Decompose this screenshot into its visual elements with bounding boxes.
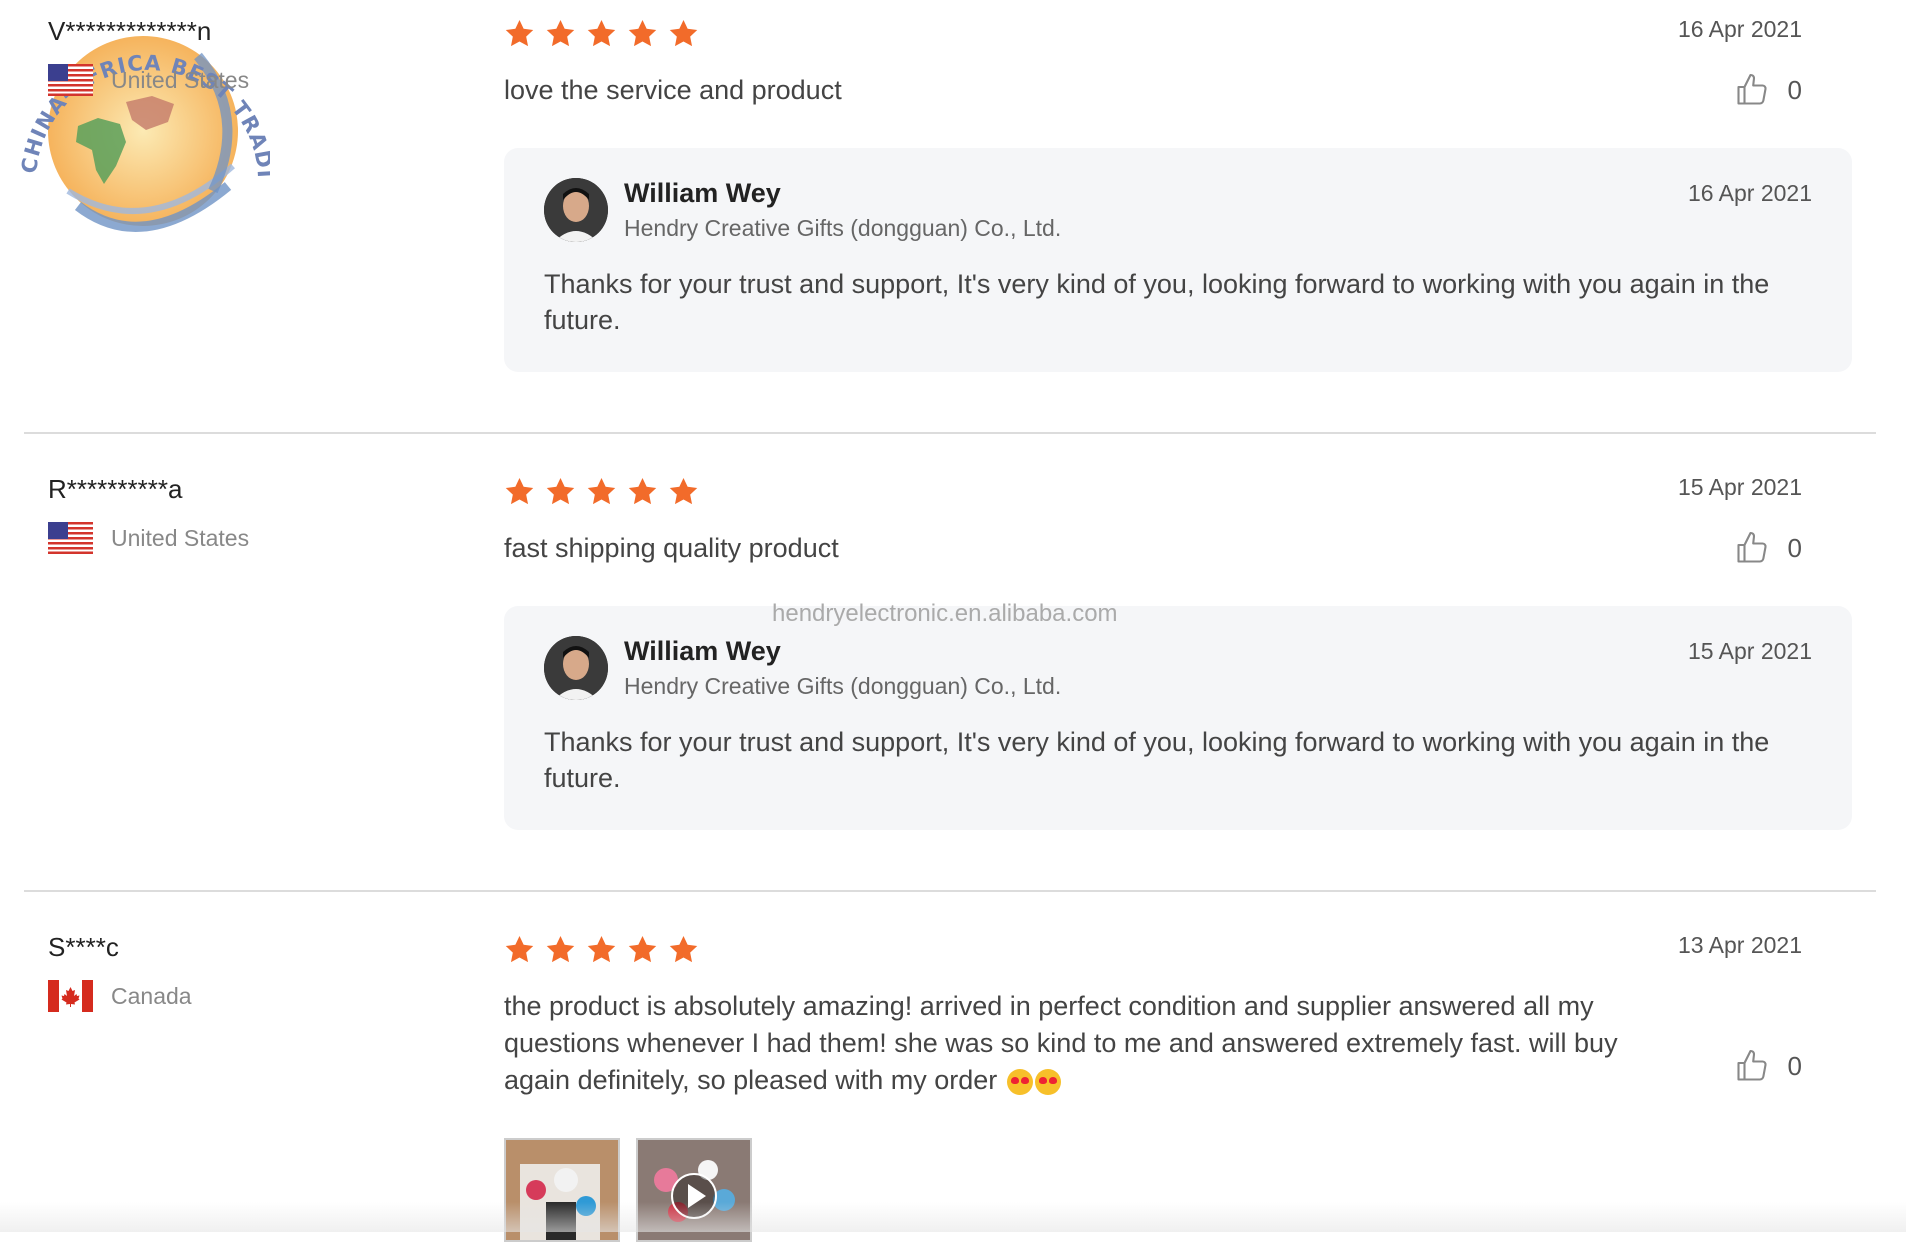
scroll-shadow xyxy=(0,1202,1906,1232)
supplier-reply: William Wey Hendry Creative Gifts (dongg… xyxy=(504,606,1852,830)
reply-text: Thanks for your trust and support, It's … xyxy=(544,269,1770,335)
star-icon xyxy=(503,934,536,966)
star-icon xyxy=(544,934,577,966)
review-date: 15 Apr 2021 xyxy=(1677,474,1802,500)
country-name: United States xyxy=(111,66,250,93)
supplier-reply: William Wey Hendry Creative Gifts (dongg… xyxy=(504,148,1852,372)
star-icon xyxy=(503,18,536,50)
review-text: love the service and product xyxy=(504,75,842,105)
star-icon xyxy=(544,18,577,50)
rating-stars xyxy=(503,18,700,50)
star-icon xyxy=(503,476,536,508)
buyer-country: United States xyxy=(48,64,249,96)
thumbs-up-icon xyxy=(1734,1048,1770,1084)
star-icon xyxy=(626,934,659,966)
review-date: 13 Apr 2021 xyxy=(1677,932,1802,958)
avatar xyxy=(544,178,608,242)
buyer-name: S****c xyxy=(48,932,119,962)
review-text: the product is absolutely amazing! arriv… xyxy=(504,988,1634,1099)
reply-author: William Wey xyxy=(624,178,781,208)
rating-stars xyxy=(503,476,700,508)
reply-author: William Wey xyxy=(624,636,781,666)
canada-flag-icon xyxy=(48,980,93,1012)
like-count: 0 xyxy=(1787,1050,1802,1081)
watermark-url: hendryelectronic.en.alibaba.com xyxy=(772,600,1118,627)
star-icon xyxy=(667,476,700,508)
like-button[interactable]: 0 xyxy=(1734,72,1802,108)
avatar xyxy=(544,636,608,700)
star-icon xyxy=(544,476,577,508)
us-flag-icon xyxy=(48,522,93,554)
like-count: 0 xyxy=(1787,532,1802,563)
star-icon xyxy=(626,18,659,50)
reply-text: Thanks for your trust and support, It's … xyxy=(544,727,1770,793)
divider xyxy=(24,432,1876,434)
review-text: fast shipping quality product xyxy=(504,533,839,563)
us-flag-icon xyxy=(48,64,93,96)
buyer-name: V*************n xyxy=(48,16,212,46)
star-icon xyxy=(667,934,700,966)
review-text-content: the product is absolutely amazing! arriv… xyxy=(504,991,1618,1095)
like-button[interactable]: 0 xyxy=(1734,530,1802,566)
reply-company: Hendry Creative Gifts (dongguan) Co., Lt… xyxy=(624,215,1062,241)
buyer-country: Canada xyxy=(48,980,192,1012)
star-icon xyxy=(585,18,618,50)
star-icon xyxy=(585,476,618,508)
star-icon xyxy=(667,18,700,50)
divider xyxy=(24,890,1876,892)
star-icon xyxy=(626,476,659,508)
review-date: 16 Apr 2021 xyxy=(1677,16,1802,42)
heart-eyes-emoji-icon xyxy=(1006,1068,1033,1095)
thumbs-up-icon xyxy=(1734,530,1770,566)
rating-stars xyxy=(503,934,700,966)
star-icon xyxy=(585,934,618,966)
buyer-name: R**********a xyxy=(48,474,183,504)
buyer-country: United States xyxy=(48,522,249,554)
reply-date: 15 Apr 2021 xyxy=(1687,638,1812,664)
thumbs-up-icon xyxy=(1734,72,1770,108)
country-name: Canada xyxy=(111,982,192,1009)
country-name: United States xyxy=(111,524,250,551)
reply-date: 16 Apr 2021 xyxy=(1687,180,1812,206)
heart-eyes-emoji-icon xyxy=(1034,1068,1061,1095)
like-button[interactable]: 0 xyxy=(1734,1048,1802,1084)
like-count: 0 xyxy=(1787,74,1802,105)
reply-company: Hendry Creative Gifts (dongguan) Co., Lt… xyxy=(624,673,1062,699)
